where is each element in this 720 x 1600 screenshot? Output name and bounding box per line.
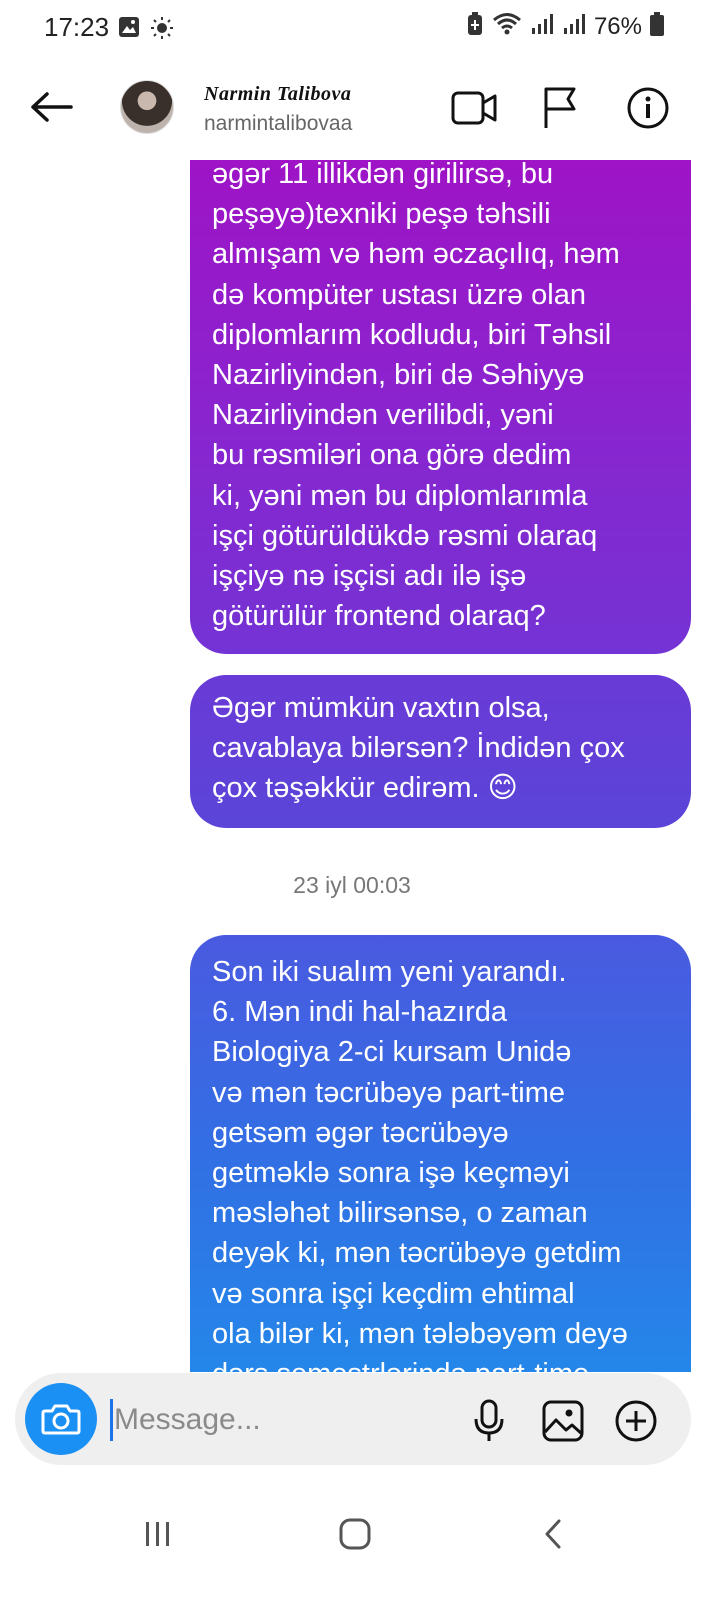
flag-icon[interactable]: [534, 82, 586, 134]
image-notification-icon: [118, 16, 140, 45]
signal-icon: [530, 12, 554, 41]
message-thread[interactable]: əgər 11 illikdən girilirsə, bu peşəyə)te…: [0, 160, 720, 1372]
brightness-icon: [150, 16, 174, 45]
contact-name[interactable]: Narmin Talibova: [204, 83, 351, 106]
recent-apps-icon[interactable]: [128, 1504, 188, 1564]
chat-header: Narmin Talibova narmintalibovaa: [0, 56, 720, 160]
home-icon[interactable]: [325, 1504, 385, 1564]
status-time: 17:23: [44, 12, 110, 42]
microphone-icon[interactable]: [465, 1397, 513, 1445]
back-icon[interactable]: [523, 1504, 583, 1564]
wifi-icon: [492, 12, 522, 41]
battery-percentage: 76%: [593, 12, 642, 40]
text-cursor: [110, 1399, 113, 1441]
system-nav-bar: [0, 1478, 720, 1600]
message-timestamp: 23 iyl 00:03: [293, 872, 411, 898]
camera-icon: [41, 1404, 81, 1435]
avatar[interactable]: [120, 80, 174, 134]
signal-icon: [562, 12, 586, 41]
status-left-icons: [118, 16, 174, 45]
camera-button[interactable]: [25, 1383, 97, 1455]
battery-saver-icon: [466, 12, 484, 41]
message-composer: [15, 1373, 691, 1465]
contact-username[interactable]: narmintalibovaa: [204, 112, 352, 136]
info-icon[interactable]: [622, 82, 674, 134]
status-right-icons: 76%: [466, 12, 664, 41]
battery-icon: [650, 12, 664, 41]
add-icon[interactable]: [612, 1397, 660, 1445]
gallery-icon[interactable]: [539, 1397, 587, 1445]
video-call-icon[interactable]: [448, 82, 500, 134]
message-bubble-sent[interactable]: Əgər mümkün vaxtın olsa, cavablaya bilər…: [190, 675, 691, 828]
back-arrow-icon[interactable]: [26, 82, 76, 132]
message-bubble-sent[interactable]: əgər 11 illikdən girilirsə, bu peşəyə)te…: [190, 160, 691, 654]
message-bubble-sent[interactable]: Son iki sualım yeni yarandı. 6. Mən indi…: [190, 935, 691, 1372]
status-bar: 17:23 76%: [0, 0, 720, 56]
message-input[interactable]: [114, 1397, 454, 1443]
